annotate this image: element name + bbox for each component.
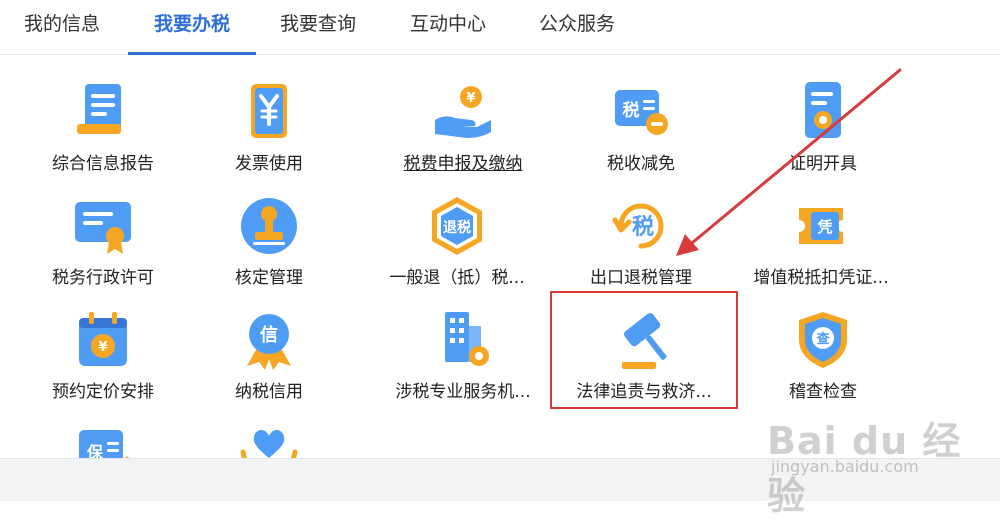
svg-text:退税: 退税 [443,219,471,236]
top-nav: 我的信息 我要办税 我要查询 互动中心 公众服务 [0,0,1000,55]
tile-label: 税费申报及缴纳 [403,154,523,174]
export-refund-icon: 税 [612,203,664,249]
tile-care-service[interactable] [184,422,354,477]
tile-label: 证明开具 [789,154,857,174]
svg-text:凭: 凭 [816,218,832,236]
report-doc-icon [77,84,121,134]
tab-query[interactable]: 我要查询 [268,0,368,54]
building-gear-icon [445,312,489,366]
invoice-yen-icon [251,84,287,138]
tile-general-refund[interactable]: 退税 一般退（抵）税... [372,194,542,290]
tile-label: 纳税信用 [235,382,303,402]
svg-text:¥: ¥ [98,340,107,355]
tile-label: 一般退（抵）税... [389,268,525,288]
certificate-doc-icon [805,82,841,138]
calendar-yen-icon: ¥ [79,312,127,366]
tax-reduce-icon: 税 [615,90,668,135]
license-award-icon [75,202,131,254]
tile-tax-credit[interactable]: 信 纳税信用 [184,308,354,404]
credit-medal-icon: 信 [247,314,291,370]
tab-interaction-center[interactable]: 互动中心 [398,0,498,54]
gavel-icon [622,313,667,369]
svg-text:信: 信 [260,324,278,346]
tab-public-service[interactable]: 公众服务 [527,0,627,54]
tile-legal-accountability[interactable]: 法律追责与救济... [559,308,729,404]
tile-label: 法律追责与救济... [576,382,712,402]
tile-advance-pricing[interactable]: ¥ 预约定价安排 [18,308,188,404]
tile-audit-inspection[interactable]: 查 稽查检查 [738,308,908,404]
tile-label: 出口退税管理 [590,268,692,288]
tile-certificate-issue[interactable]: 证明开具 [738,80,908,176]
tile-label: 综合信息报告 [52,154,154,174]
refund-hexagon-icon: 退税 [432,197,482,255]
tile-tax-reduction[interactable]: 税 税收减免 [556,80,726,176]
inspection-shield-icon: 查 [799,312,847,368]
tile-export-refund[interactable]: 税 出口退税管理 [556,194,726,290]
watermark-url: jingyan.baidu.com [771,457,919,476]
tab-my-info[interactable]: 我的信息 [12,0,112,54]
tile-label: 预约定价安排 [52,382,154,402]
svg-text:查: 查 [815,331,830,347]
tile-invoice-use[interactable]: 发票使用 [184,80,354,176]
tile-label: 增值税抵扣凭证... [753,268,889,288]
tile-comprehensive-report[interactable]: 综合信息报告 [18,80,188,176]
tile-label: 税务行政许可 [52,268,154,288]
tile-tax-declaration-payment[interactable]: ¥ 税费申报及缴纳 [378,80,548,176]
coin-hand-icon: ¥ [435,86,491,138]
svg-text:税: 税 [623,100,640,121]
svg-text:税: 税 [632,214,654,240]
tile-label: 发票使用 [235,154,303,174]
tab-do-tax[interactable]: 我要办税 [128,0,256,55]
tile-administrative-license[interactable]: 税务行政许可 [18,194,188,290]
tile-vat-deduction-voucher[interactable]: 凭 增值税抵扣凭证... [736,194,906,290]
tile-label: 税收减免 [607,154,675,174]
tile-label: 涉税专业服务机... [395,382,531,402]
voucher-ticket-icon: 凭 [799,208,843,244]
tile-label: 稽查检查 [789,382,857,402]
tile-label: 核定管理 [235,268,303,288]
stamp-icon [241,198,297,254]
tile-professional-service[interactable]: 涉税专业服务机... [378,308,548,404]
tile-assessment-management[interactable]: 核定管理 [184,194,354,290]
tile-insurance[interactable]: 保 [18,422,188,478]
svg-text:¥: ¥ [466,91,475,106]
